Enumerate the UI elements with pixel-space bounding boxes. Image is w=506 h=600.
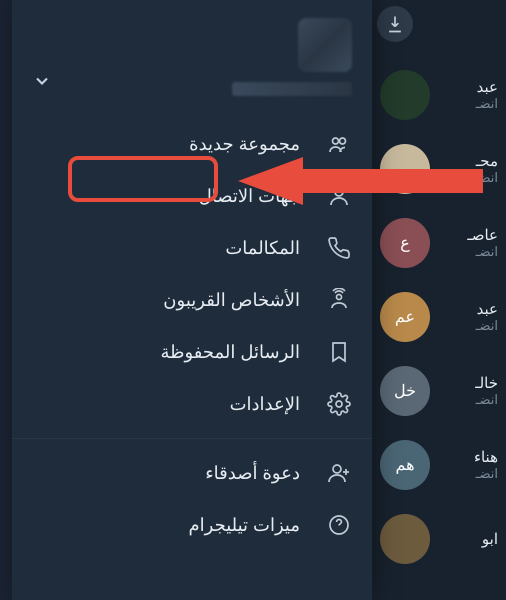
menu-nearby[interactable]: الأشخاص القريبون — [12, 274, 372, 326]
avatar — [380, 144, 430, 194]
menu-features[interactable]: ميزات تيليجرام — [12, 499, 372, 551]
chat-list: عبدانضـ محـانضـ عاصـانضـ ع عبدانضـ عم خا… — [371, 0, 506, 600]
profile-name — [232, 82, 352, 96]
menu-label: دعوة أصدقاء — [205, 463, 300, 484]
navigation-drawer: مجموعة جديدة جهات الاتصال المكالمات الأش… — [12, 0, 372, 600]
drawer-header — [12, 0, 372, 110]
download-icon[interactable] — [377, 6, 413, 42]
avatar-initials: ع — [400, 233, 410, 253]
chat-row[interactable]: ابو — [371, 502, 506, 576]
nearby-icon — [326, 288, 352, 312]
profile-avatar[interactable] — [298, 18, 352, 72]
drawer-menu: مجموعة جديدة جهات الاتصال المكالمات الأش… — [12, 110, 372, 559]
menu-invite[interactable]: دعوة أصدقاء — [12, 447, 372, 499]
menu-calls[interactable]: المكالمات — [12, 222, 372, 274]
chat-name: عاصـ — [438, 226, 498, 244]
avatar-initials: هم — [395, 455, 414, 475]
chat-sub: انضـ — [438, 96, 498, 112]
menu-label: الرسائل المحفوظة — [160, 342, 300, 363]
chat-sub: انضـ — [438, 170, 498, 186]
chat-name: خالـ — [438, 374, 498, 392]
phone-icon — [326, 236, 352, 260]
avatar: عم — [380, 292, 430, 342]
divider — [12, 438, 372, 439]
group-icon — [326, 132, 352, 156]
chat-sub: انضـ — [438, 392, 498, 408]
help-icon — [326, 513, 352, 537]
avatar: هم — [380, 440, 430, 490]
chat-name: ابو — [438, 530, 498, 548]
chat-row[interactable]: هناءانضـ هم — [371, 428, 506, 502]
chat-sub: انضـ — [438, 244, 498, 260]
avatar: خل — [380, 366, 430, 416]
avatar — [380, 514, 430, 564]
chat-sub: انضـ — [438, 318, 498, 334]
menu-label: الإعدادات — [230, 394, 300, 415]
chat-row[interactable]: عاصـانضـ ع — [371, 206, 506, 280]
menu-label: مجموعة جديدة — [189, 134, 300, 155]
avatar: ع — [380, 218, 430, 268]
menu-new-group[interactable]: مجموعة جديدة — [12, 118, 372, 170]
avatar-initials: خل — [394, 381, 416, 401]
chat-name: محـ — [438, 152, 498, 170]
chat-name: عبد — [438, 78, 498, 96]
add-person-icon — [326, 461, 352, 485]
menu-label: الأشخاص القريبون — [163, 290, 300, 311]
menu-saved[interactable]: الرسائل المحفوظة — [12, 326, 372, 378]
menu-label: المكالمات — [225, 238, 300, 259]
avatar — [380, 70, 430, 120]
person-icon — [326, 184, 352, 208]
chat-row[interactable]: عبدانضـ — [371, 58, 506, 132]
menu-label: ميزات تيليجرام — [189, 515, 300, 536]
chat-row[interactable]: محـانضـ — [371, 132, 506, 206]
avatar-initials: عم — [395, 307, 415, 327]
chat-sub: انضـ — [438, 466, 498, 482]
bookmark-icon — [326, 340, 352, 364]
chevron-down-icon[interactable] — [32, 71, 52, 96]
chat-name: عبد — [438, 300, 498, 318]
chat-name: هناء — [438, 448, 498, 466]
menu-contacts[interactable]: جهات الاتصال — [12, 170, 372, 222]
chat-row[interactable]: عبدانضـ عم — [371, 280, 506, 354]
menu-settings[interactable]: الإعدادات — [12, 378, 372, 430]
chat-row[interactable]: خالـانضـ خل — [371, 354, 506, 428]
menu-label: جهات الاتصال — [199, 186, 300, 207]
gear-icon — [326, 392, 352, 416]
